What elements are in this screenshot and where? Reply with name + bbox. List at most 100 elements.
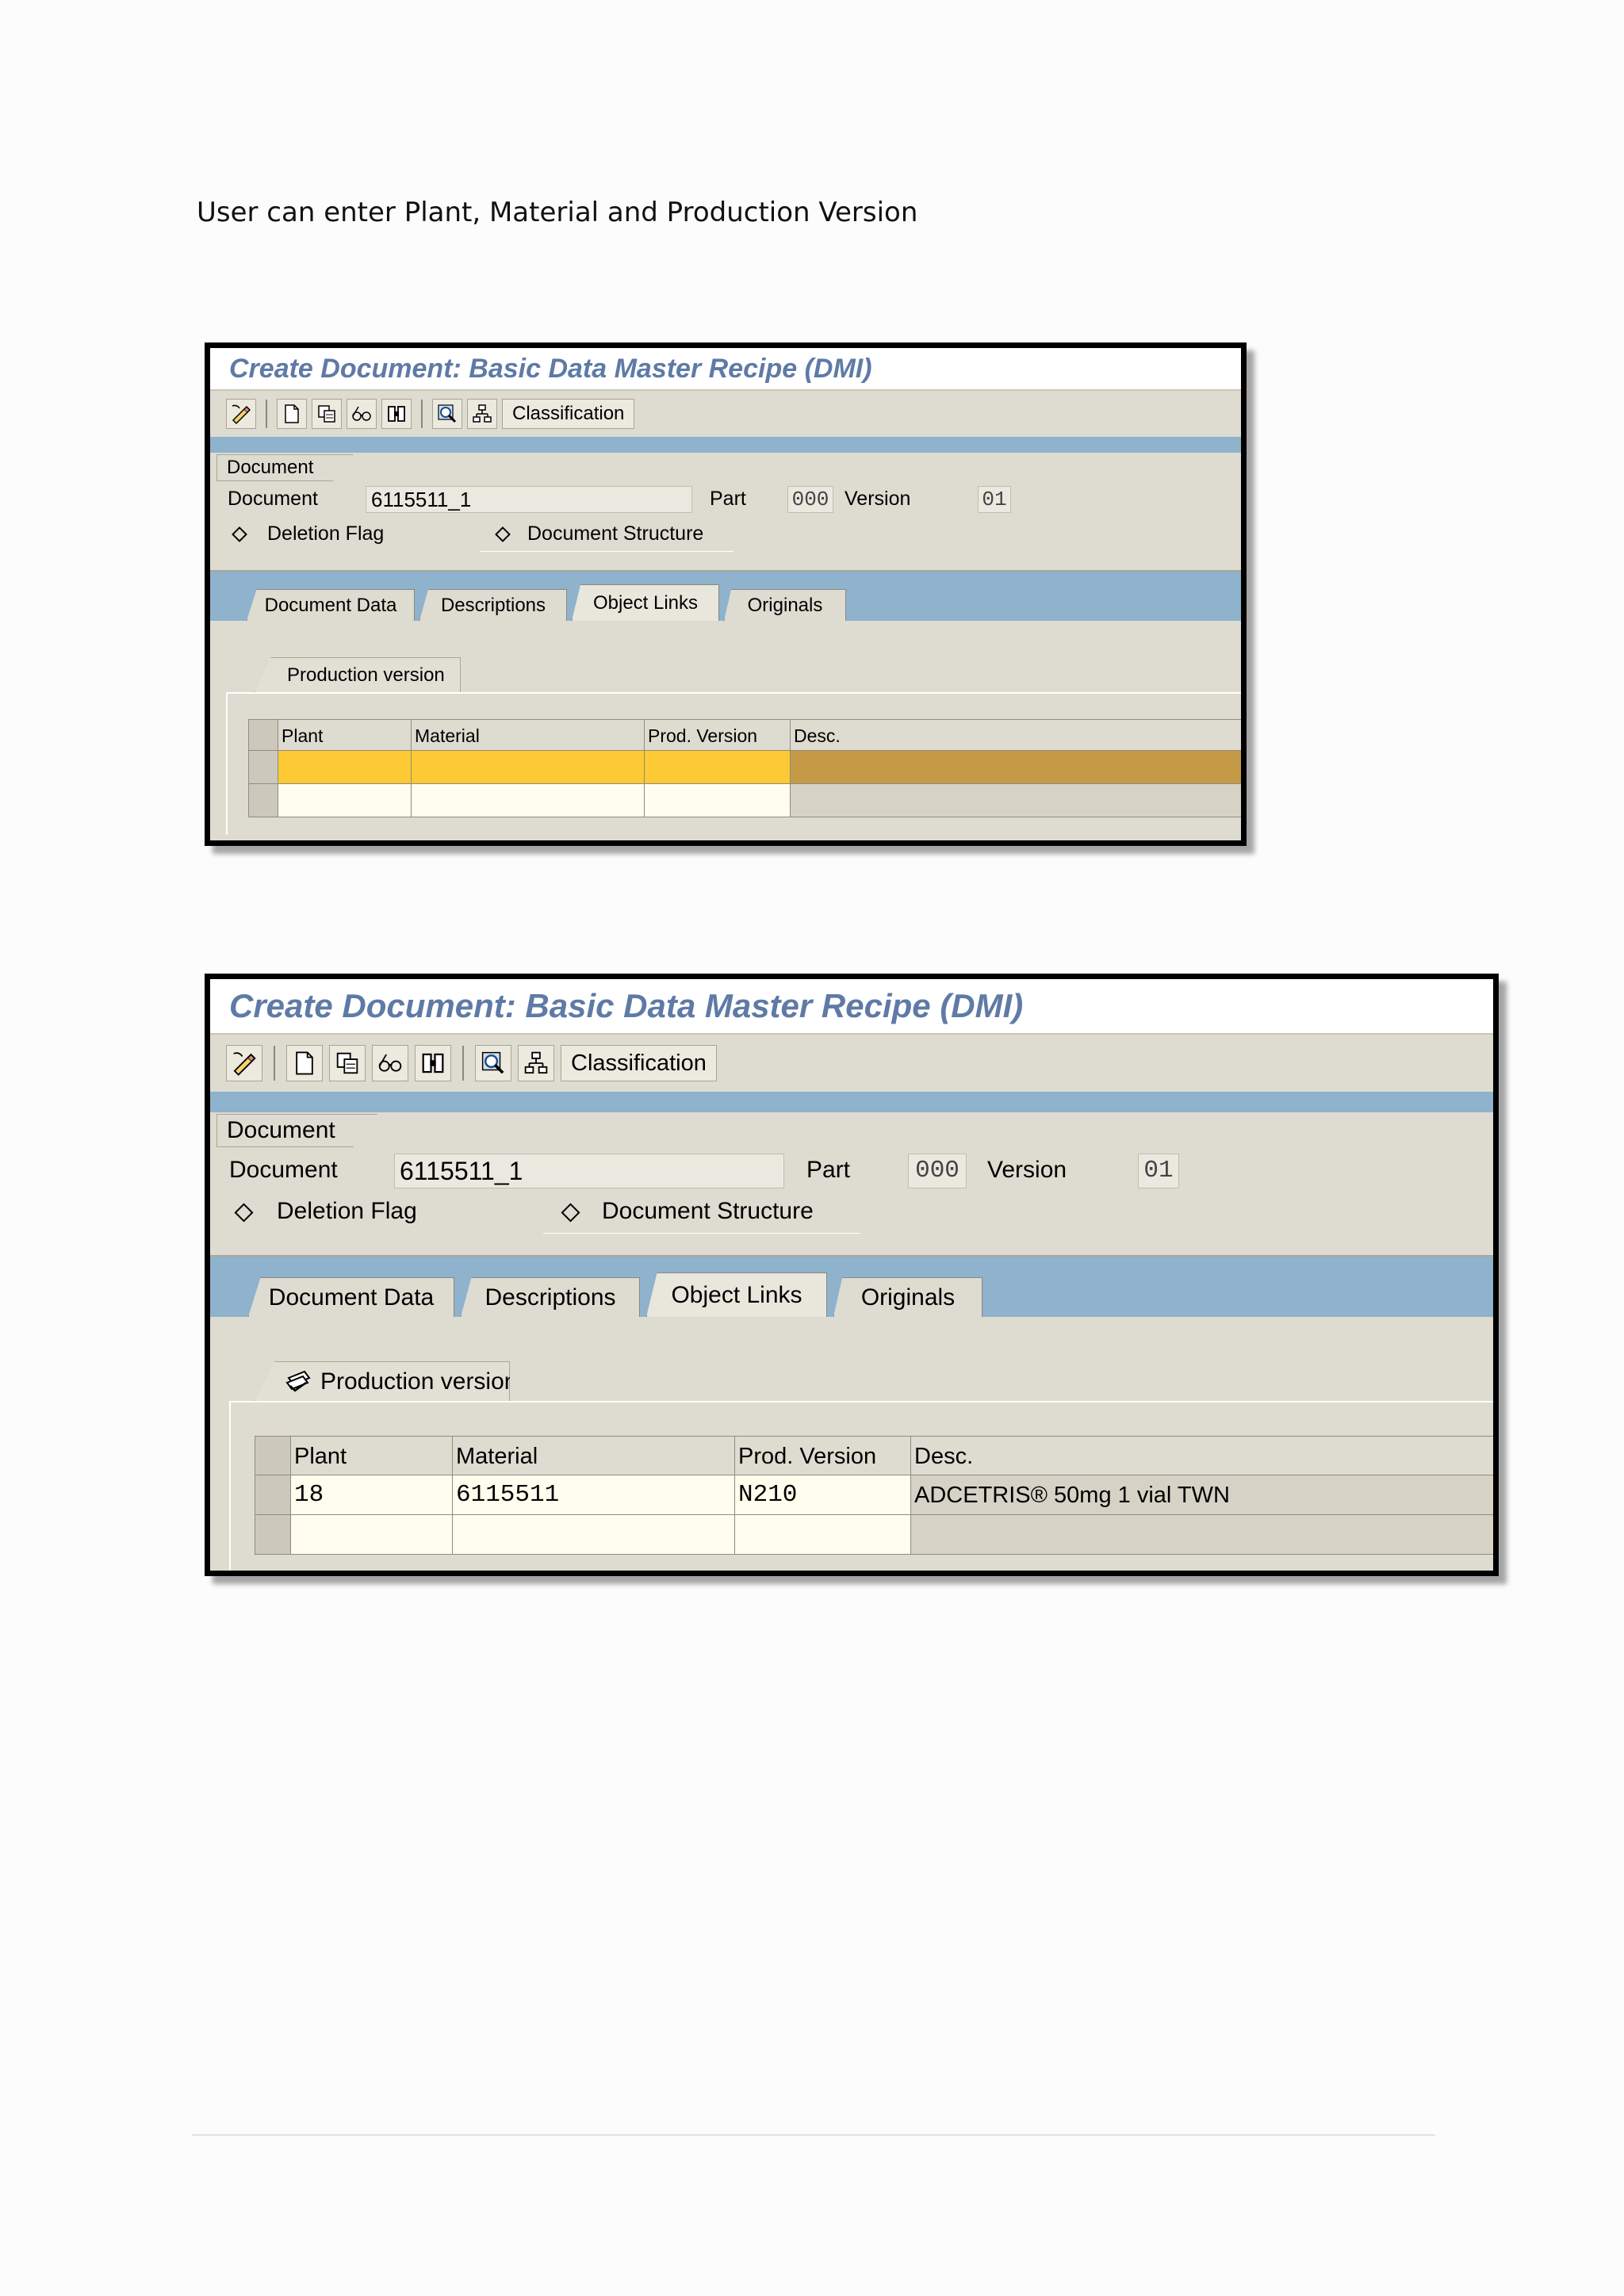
desc-cell [911,1515,1493,1555]
group-box-title: Document [216,454,354,481]
tab-document-data[interactable]: Document Data [247,589,415,621]
toolbar-separator [462,1046,464,1081]
document-structure-radio[interactable] [561,1203,580,1223]
version-field[interactable]: 01 [978,486,1011,513]
new-document-icon[interactable] [277,399,307,429]
desc-cell [791,784,1241,817]
subtab-production-version[interactable]: Production version [255,657,461,692]
binoculars-icon[interactable] [415,1045,451,1081]
document-number-field[interactable]: 6115511_1 [394,1154,784,1188]
deletion-flag-radio[interactable] [232,526,247,542]
deletion-flag-radio[interactable] [234,1203,254,1223]
production-version-icon [284,1368,312,1400]
tab-descriptions[interactable]: Descriptions [461,1277,640,1317]
row-selector[interactable] [255,1515,291,1555]
edit-pencil-icon[interactable] [226,399,256,429]
tab-object-links[interactable]: Object Links [572,584,719,621]
column-header-prod-version[interactable]: Prod. Version [645,719,791,751]
material-input[interactable]: 6115511 [453,1475,735,1515]
plant-input[interactable]: 18 [291,1475,453,1515]
material-input[interactable] [453,1515,735,1555]
magnify-icon[interactable] [475,1045,511,1081]
plant-input[interactable] [291,1515,453,1555]
document-structure-radio[interactable] [495,526,511,542]
plant-input[interactable] [278,751,412,784]
document-label: Document [229,1157,338,1183]
row-selector[interactable] [255,1475,291,1515]
row-selector[interactable] [248,784,278,817]
deletion-flag-label: Deletion Flag [277,1198,417,1224]
production-version-table: Plant Material Prod. Version Desc. 18 61… [255,1436,1493,1571]
document-structure-label: Document Structure [602,1198,814,1224]
column-header-material[interactable]: Material [453,1436,735,1475]
deletion-flag-label: Deletion Flag [267,522,385,545]
column-header-desc[interactable]: Desc. [911,1436,1493,1475]
subtab-production-version[interactable]: Production version [255,1361,510,1401]
column-header-plant[interactable]: Plant [291,1436,453,1475]
copy-document-icon[interactable] [312,399,342,429]
document-group-box: Document Document 6115511_1 Part 000 Ver… [210,453,1241,572]
window-title: Create Document: Basic Data Master Recip… [210,348,1241,391]
subtab-label: Production version [320,1368,518,1395]
header-divider [210,437,1241,453]
tab-document-data[interactable]: Document Data [248,1277,454,1317]
column-header-material[interactable]: Material [412,719,645,751]
material-input[interactable] [412,784,645,817]
window-title: Create Document: Basic Data Master Recip… [210,979,1493,1035]
part-field[interactable]: 000 [787,486,833,513]
footer-divider [192,2134,1435,2136]
glasses-display-icon[interactable] [372,1045,408,1081]
subtab-border [226,692,228,835]
document-number-field[interactable]: 6115511_1 [366,486,692,513]
magnify-icon[interactable] [432,399,462,429]
tab-originals[interactable]: Originals [833,1277,982,1317]
sap-window-filled: Create Document: Basic Data Master Recip… [205,974,1499,1576]
header-divider [210,1092,1493,1112]
part-field[interactable]: 000 [908,1154,967,1188]
field-underline [480,551,733,552]
prod-version-input[interactable] [735,1515,911,1555]
classification-button[interactable]: Classification [561,1045,717,1081]
row-selector[interactable] [248,751,278,784]
subtab-baseline [229,1401,1493,1402]
application-toolbar: Classification [210,1035,1493,1092]
tab-strip: Document Data Descriptions Object Links … [210,1257,1493,1317]
edit-pencil-icon[interactable] [226,1045,262,1081]
document-label: Document [228,488,318,510]
tab-object-links[interactable]: Object Links [646,1272,827,1317]
select-all-cell[interactable] [248,719,278,751]
object-links-content: Production version Plant Material Prod. … [210,1317,1493,1571]
hierarchy-icon[interactable] [467,399,497,429]
plant-input[interactable] [278,784,412,817]
part-label: Part [806,1157,851,1183]
sap-window-empty: Create Document: Basic Data Master Recip… [205,342,1247,846]
tab-originals[interactable]: Originals [724,589,846,621]
version-label: Version [845,488,911,510]
material-input[interactable] [412,751,645,784]
subtab-baseline [226,692,1241,694]
new-document-icon[interactable] [286,1045,323,1081]
application-toolbar: Classification [210,391,1241,437]
part-label: Part [710,488,746,510]
binoculars-icon[interactable] [381,399,412,429]
column-header-desc[interactable]: Desc. [791,719,1241,751]
tab-descriptions[interactable]: Descriptions [419,589,567,621]
column-header-plant[interactable]: Plant [278,719,412,751]
group-box-title: Document [216,1114,377,1147]
version-field[interactable]: 01 [1138,1154,1179,1188]
prod-version-input[interactable]: N210 [735,1475,911,1515]
subtab-border [229,1401,231,1571]
column-header-prod-version[interactable]: Prod. Version [735,1436,911,1475]
glasses-display-icon[interactable] [347,399,377,429]
prod-version-input[interactable] [645,784,791,817]
hierarchy-icon[interactable] [518,1045,554,1081]
object-links-content: Production version Plant Material Prod. … [210,621,1241,835]
select-all-cell[interactable] [255,1436,291,1475]
document-structure-label: Document Structure [527,522,704,545]
copy-document-icon[interactable] [329,1045,366,1081]
toolbar-separator [421,400,423,428]
classification-button[interactable]: Classification [502,399,635,429]
production-version-table: Plant Material Prod. Version Desc. [248,719,1241,835]
document-group-box: Document Document 6115511_1 Part 000 Ver… [210,1112,1493,1257]
prod-version-input[interactable] [645,751,791,784]
